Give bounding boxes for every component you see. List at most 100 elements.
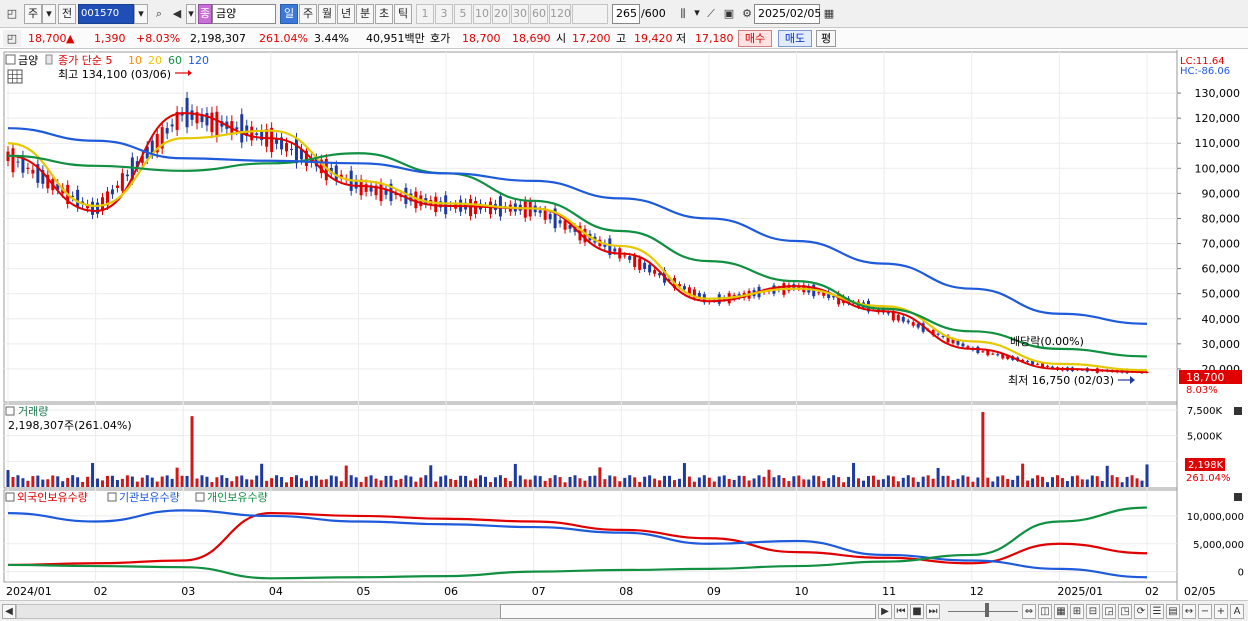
volume-bar [140,477,144,487]
volume-bar [613,476,617,487]
individual-toggle-icon[interactable] [195,492,205,502]
period-year-tab[interactable]: 년 [337,4,355,24]
interval-60-button[interactable]: 60 [530,4,548,24]
interval-5-button[interactable]: 5 [454,4,472,24]
save-icon[interactable]: ▣ [720,4,738,24]
buy-button[interactable]: 매수 [738,30,772,47]
period-tick-tab[interactable]: 틱 [394,4,412,24]
volume-bar [1100,480,1104,487]
price-panel[interactable] [3,51,1178,403]
volume-bar [717,476,721,487]
zoom-out-icon[interactable]: − [1198,604,1212,619]
zoom-slider-handle[interactable] [985,603,989,617]
volume-bar [135,481,139,487]
sell-button[interactable]: 매도 [778,30,812,47]
candle-type-icon[interactable]: ⫼ [674,4,692,24]
volume-bar [379,480,383,487]
compare-icon[interactable]: ◳ [1118,604,1132,619]
volume-bar [961,475,965,487]
sound-icon[interactable]: ◀ [168,4,186,24]
zoom-fit-icon[interactable]: ⇔ [1022,604,1036,619]
volume-bar [802,479,806,487]
pan-icon[interactable]: ↔ [1182,604,1196,619]
scroll-right-icon[interactable]: ▶ [878,604,892,619]
low-note: 최저 16,750 (02/03) [1008,374,1114,387]
prev-button[interactable]: 전 [58,4,76,24]
interval-10-button[interactable]: 10 [473,4,491,24]
candle-body [961,343,965,347]
period-second-tab[interactable]: 초 [375,4,393,24]
draw-line-icon[interactable]: ⟋ [702,4,720,24]
interval-custom-input[interactable] [572,4,608,24]
panel-view-icon[interactable]: ⊟ [1086,604,1100,619]
detail-view-icon[interactable]: ▤ [1166,604,1180,619]
auto-scale-icon[interactable]: A [1230,604,1244,619]
candle-body [285,143,289,152]
refresh-icon[interactable]: ⟳ [1134,604,1148,619]
average-button[interactable]: 평 [816,30,836,47]
volume-bar [185,475,189,487]
volume-bar [449,478,453,487]
volume-bar [722,475,726,487]
zoom-slider[interactable] [948,604,1018,612]
interval-1-button[interactable]: 1 [416,4,434,24]
code-dropdown-icon[interactable]: ▾ [134,4,148,24]
interval-20-button[interactable]: 20 [492,4,510,24]
search-icon[interactable]: ⌕ [150,4,168,24]
market-type-button[interactable]: 주 [24,4,42,24]
panel-collapse-icon[interactable] [5,54,16,65]
layout-icon[interactable]: ◫ [1038,604,1052,619]
volume-bar [299,478,303,487]
scroll-end-icon[interactable]: ⏭ [926,604,940,619]
list-view-icon[interactable]: ☰ [1150,604,1164,619]
candle-body [648,264,652,273]
sound-dropdown-icon[interactable]: ▾ [186,4,196,24]
quote-settings-icon[interactable]: ◰ [3,30,21,47]
split-view-icon[interactable]: ⊞ [1070,604,1084,619]
period-month-tab[interactable]: 월 [318,4,336,24]
market-type-dropdown-icon[interactable]: ▾ [42,4,56,24]
holders-close-icon[interactable] [1234,493,1242,501]
interval-120-button[interactable]: 120 [549,4,571,24]
volume-bar [439,476,443,487]
candle-body [294,138,298,164]
scroll-stop-icon[interactable]: ■ [910,604,924,619]
volume-bar [429,465,433,487]
stock-code-input[interactable]: 001570 [78,4,134,24]
volume-close-icon[interactable] [1234,407,1242,415]
window-menu-icon[interactable]: ◰ [3,4,21,24]
volume-bar [285,482,289,487]
display-count-input[interactable]: 265 [612,4,640,24]
overlay-icon[interactable]: ◲ [1102,604,1116,619]
period-minute-tab[interactable]: 분 [356,4,374,24]
volume-title: 거래량 [18,405,48,418]
bid-price: 18,690 [512,32,551,45]
zoom-in-icon[interactable]: + [1214,604,1228,619]
interval-30-button[interactable]: 30 [511,4,529,24]
volume-bar [1135,478,1139,487]
candle-dropdown-icon[interactable]: ▾ [692,4,702,24]
volume-bar [767,469,771,487]
volume-bar [488,482,492,487]
interval-3-button[interactable]: 3 [435,4,453,24]
period-week-tab[interactable]: 주 [299,4,317,24]
period-day-tab[interactable]: 일 [280,4,298,24]
scroll-thumb[interactable] [500,604,876,619]
ask-price: 18,700 [462,32,501,45]
date-input[interactable]: 2025/02/05 [754,4,821,24]
candle-body [1046,365,1050,367]
volume-bar [911,477,915,487]
company-name-field[interactable]: 금양 [212,4,276,24]
volume-bar [608,475,612,487]
calendar-icon[interactable]: ▦ [820,4,838,24]
chart-area[interactable]: 130,000 120,000 110,000 100,000 90,000 80,000… [0,50,1248,600]
institution-toggle-icon[interactable] [107,492,117,502]
volume-collapse-icon[interactable] [5,406,15,416]
candle-body [906,320,910,323]
chart-table-icon[interactable] [7,69,23,84]
scroll-left-icon[interactable]: ◀ [2,604,16,619]
volume-panel[interactable] [3,403,1178,489]
holders-collapse-icon[interactable] [5,492,15,502]
scroll-start-icon[interactable]: ⏮ [894,604,908,619]
grid-view-icon[interactable]: ▦ [1054,604,1068,619]
